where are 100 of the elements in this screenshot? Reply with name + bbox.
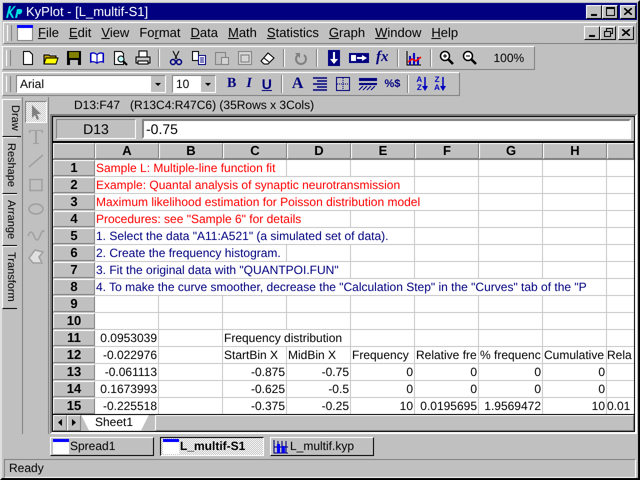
row-header[interactable]: 1 — [53, 160, 95, 176]
copy-icon[interactable] — [190, 50, 206, 66]
graph-icon — [273, 438, 289, 454]
zoom-in-icon[interactable] — [439, 50, 455, 66]
formula-field[interactable]: -0.75 — [142, 118, 631, 138]
cut-icon[interactable] — [168, 50, 184, 66]
menu-item[interactable]: Edit — [64, 25, 96, 40]
selection-detail: (R13C4:R47C6) (35Rows x 3Cols) — [130, 98, 314, 112]
document-icon[interactable] — [17, 24, 33, 41]
minimize-icon — [589, 34, 595, 37]
restore-button[interactable] — [600, 26, 616, 40]
cell-text: 1. Select the data "A11:A521" (a simulated set of data). — [96, 228, 388, 244]
caret-icon — [201, 76, 215, 92]
app-logo-icon — [5, 4, 23, 19]
row-header[interactable]: 2 — [53, 176, 95, 192]
column-header[interactable]: G — [479, 142, 543, 158]
cell-text: 4. To make the curve smoother, decrease the "Calculation Step" in the "Curves" tab of the "P — [96, 278, 587, 294]
menu-item[interactable]: Math — [222, 25, 262, 40]
save-icon[interactable] — [66, 50, 82, 66]
row-header[interactable]: 10 — [53, 312, 95, 328]
column-header[interactable] — [607, 142, 634, 158]
print-preview-icon[interactable] — [112, 50, 128, 66]
sort-button[interactable]: A Z — [413, 76, 432, 92]
minimize-icon — [591, 14, 597, 16]
close-button[interactable] — [618, 26, 634, 40]
row-header[interactable]: 5 — [53, 228, 95, 244]
underline-button[interactable]: U — [256, 76, 277, 92]
column-header[interactable]: A — [95, 142, 159, 158]
align-icon[interactable] — [312, 76, 328, 92]
row-header[interactable]: 11 — [53, 330, 95, 346]
row-header[interactable]: 8 — [53, 278, 95, 294]
menu-item[interactable]: Help — [426, 25, 464, 40]
row-header[interactable]: 3 — [53, 194, 95, 210]
window-tab[interactable]: L_multif-S1 — [160, 436, 264, 456]
font-color-button[interactable]: A — [286, 74, 308, 92]
side-tab[interactable]: Transform — [2, 246, 17, 310]
menu-item[interactable]: Window — [370, 25, 426, 40]
font-size-dropdown[interactable]: 10 — [172, 74, 216, 92]
spreadsheet-icon — [163, 438, 179, 454]
sort-button[interactable]: Z A — [431, 76, 449, 92]
book-icon[interactable] — [88, 50, 104, 66]
row-header[interactable]: 14 — [53, 380, 95, 396]
zoom-level[interactable]: 100% — [494, 50, 524, 64]
side-tab[interactable]: Draw — [2, 98, 21, 138]
maximize-button[interactable] — [602, 4, 618, 19]
restore-icon — [604, 28, 612, 38]
horizontal-scrollbar[interactable] — [155, 414, 634, 430]
row-header[interactable]: 15 — [53, 398, 95, 414]
window-tab[interactable]: Spread1 — [50, 436, 154, 456]
pattern-icon[interactable] — [358, 76, 378, 92]
maximize-icon — [606, 7, 614, 16]
row-header[interactable]: 9 — [53, 296, 95, 312]
scroll-left-button[interactable] — [53, 414, 67, 430]
menu-item[interactable]: Statistics — [262, 25, 324, 40]
close-button[interactable] — [620, 4, 636, 19]
column-header[interactable]: H — [543, 142, 607, 158]
column-header[interactable]: E — [351, 142, 415, 158]
side-tab[interactable]: Reshape — [2, 137, 17, 194]
bar-chart-icon[interactable] — [406, 50, 422, 66]
font-dropdown[interactable]: Arial — [16, 74, 166, 92]
close-icon — [624, 8, 632, 16]
header-corner[interactable] — [53, 142, 95, 158]
row-header[interactable]: 13 — [53, 364, 95, 380]
column-header[interactable]: C — [223, 142, 287, 158]
menu-item[interactable]: File — [33, 25, 64, 40]
minimize-button[interactable] — [586, 4, 602, 19]
bold-button[interactable]: B — [222, 76, 242, 92]
right-triangle-icon — [72, 419, 76, 426]
cell-text: 2. Create the frequency histogram. — [96, 244, 281, 260]
side-tab[interactable]: Arrange — [2, 194, 17, 246]
sheet-tab[interactable]: Sheet1 — [81, 414, 150, 430]
minimize-button[interactable] — [584, 26, 600, 40]
menu-item[interactable]: View — [96, 25, 134, 40]
menu-item[interactable]: Format — [134, 25, 186, 40]
menu-item[interactable]: Data — [186, 25, 223, 40]
spreadsheet-icon — [53, 438, 69, 454]
cell-text: Procedures: see "Sample 6" for details — [96, 210, 302, 226]
function-button[interactable]: fx — [372, 49, 392, 66]
column-header[interactable]: D — [287, 142, 351, 158]
menu-item[interactable]: Graph — [324, 25, 370, 40]
column-header[interactable]: B — [159, 142, 223, 158]
row-header[interactable]: 4 — [53, 210, 95, 226]
printer-icon[interactable] — [134, 50, 150, 66]
italic-button[interactable]: I — [241, 76, 257, 92]
number-format-button[interactable]: %$ — [381, 78, 404, 90]
column-header[interactable]: F — [415, 142, 479, 158]
scroll-right-button[interactable] — [67, 414, 81, 430]
import-icon[interactable] — [326, 50, 342, 66]
row-header[interactable]: 6 — [53, 244, 95, 260]
row-header[interactable]: 7 — [53, 262, 95, 278]
eraser-icon[interactable] — [260, 50, 276, 66]
row-header[interactable]: 12 — [53, 346, 95, 362]
window-tab[interactable]: L_multif.kyp — [270, 436, 374, 456]
pointer-icon[interactable] — [24, 100, 46, 122]
status-text: Ready — [9, 461, 44, 476]
left-triangle-icon — [58, 419, 62, 426]
cell-text: Maximum likelihood estimation for Poisson distribution model — [96, 194, 420, 210]
zoom-out-icon[interactable] — [462, 50, 478, 66]
borders-icon[interactable] — [334, 76, 351, 92]
caret-icon — [151, 76, 165, 92]
